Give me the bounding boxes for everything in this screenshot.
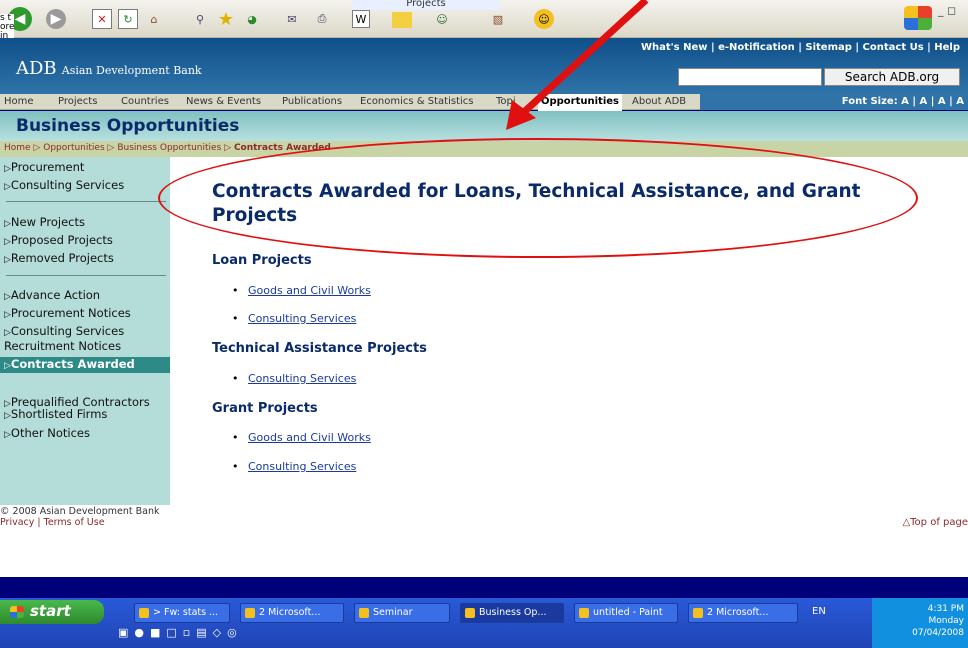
smiley-icon[interactable]: ☺ [534,9,554,29]
quick-launch-icons[interactable]: ▣●■□▫▤◇◎ [118,626,243,640]
copyright: © 2008 Asian Development Bank Privacy | T… [0,506,160,528]
logo-abbr: ADB [16,58,57,79]
sidebar-divider [6,201,166,202]
task-microsoft-1[interactable]: 2 Microsoft... [240,603,344,623]
system-tray: 4:31 PM Monday 07/04/2008 [872,598,968,648]
breadcrumb-opportunities[interactable]: Opportunities [43,143,104,153]
adb-logo[interactable]: ADB Asian Development Bank [16,58,202,79]
sidebar-item-shortlisted[interactable]: Shortlisted Firms [4,408,166,423]
section-title: Business Opportunities [16,116,240,136]
ta-projects-heading: Technical Assistance Projects [212,341,427,356]
sidebar-item-advance-action[interactable]: Advance Action [4,289,166,304]
loan-goods-link[interactable]: Goods and Civil Works [232,284,371,297]
breadcrumb-business[interactable]: Business Opportunities [117,143,221,153]
top-links[interactable]: What's New | e-Notification | Sitemap | … [641,42,960,53]
task-microsoft-2[interactable]: 2 Microsoft... [688,603,798,623]
nav-item-about[interactable]: About ADB [632,96,686,107]
breadcrumb-home[interactable]: Home [4,143,31,153]
ta-consulting-link[interactable]: Consulting Services [232,372,356,385]
search-button[interactable]: Search ADB.org [824,68,960,86]
loan-consulting-link[interactable]: Consulting Services [232,312,356,325]
messenger-icon[interactable]: ☺ [432,9,452,29]
search-input[interactable] [678,68,822,86]
refresh-icon[interactable]: ↻ [118,9,138,29]
nav-item-publications[interactable]: Publications [282,96,342,107]
nav-item-news[interactable]: News & Events [186,96,261,107]
windows-flag-icon [10,606,24,618]
forward-icon[interactable]: ▶ [46,9,66,29]
task-fw-stats[interactable]: > Fw: stats ... [134,603,230,623]
task-business-op[interactable]: Business Op... [460,603,564,623]
clock-date: 07/04/2008 [912,628,964,638]
sidebar-item-proposed-projects[interactable]: Proposed Projects [4,234,166,249]
nav-item-countries[interactable]: Countries [121,96,169,107]
sidebar-item-other-notices[interactable]: Other Notices [4,427,166,442]
sidebar: Procurement Consulting Services New Proj… [0,157,170,505]
mail-icon[interactable]: ✉ [282,9,302,29]
language-indicator[interactable]: EN [812,606,826,617]
history-icon[interactable]: ◕ [242,9,262,29]
grant-projects-heading: Grant Projects [212,401,318,416]
task-seminar[interactable]: Seminar [354,603,450,623]
copyright-text: © 2008 Asian Development Bank [0,506,160,517]
task-paint[interactable]: untitled - Paint [574,603,678,623]
clock-day: Monday [928,616,964,626]
sidebar-item-procurement-notices[interactable]: Procurement Notices [4,307,166,322]
loan-projects-heading: Loan Projects [212,253,312,268]
search-icon[interactable]: ⚲ [190,9,210,29]
sidebar-item-new-projects[interactable]: New Projects [4,216,166,231]
top-of-page-link[interactable]: △Top of page [902,517,968,528]
nav-item-home[interactable]: Home [4,96,34,107]
tab-projects[interactable]: Projects [352,0,500,10]
sidebar-item-procurement[interactable]: Procurement [4,161,166,176]
sidebar-item-recruitment-notices[interactable]: Consulting Services Recruitment Notices [4,325,166,353]
print-icon[interactable]: ⎙ [312,9,332,29]
top-of-page-label[interactable]: Top of page [910,517,968,528]
sidebar-item-contracts-awarded[interactable]: Contracts Awarded [0,357,170,373]
nav-item-topics[interactable]: Topi [496,96,516,107]
grant-consulting-link[interactable]: Consulting Services [232,460,356,473]
research-icon[interactable]: ▧ [488,9,508,29]
logo-text: Asian Development Bank [61,64,202,77]
stop-icon[interactable]: ✕ [92,9,112,29]
annotation-ellipse [158,138,918,258]
sidebar-divider [6,275,166,276]
sidebar-item-removed-projects[interactable]: Removed Projects [4,252,166,267]
font-size-control[interactable]: Font Size: A | A | A | A [842,96,964,107]
sidebar-item-consulting[interactable]: Consulting Services [4,179,166,194]
grant-goods-link[interactable]: Goods and Civil Works [232,431,371,444]
nav-item-projects[interactable]: Projects [58,96,97,107]
nav-item-economics[interactable]: Economics & Statistics [360,96,474,107]
edit-icon[interactable]: W [352,10,370,28]
clock-time[interactable]: 4:31 PM [872,603,964,615]
nav-item-opportunities[interactable]: Opportunities [538,94,622,111]
home-icon[interactable]: ⌂ [144,9,164,29]
privacy-links[interactable]: Privacy | Terms of Use [0,517,105,528]
folder-icon[interactable] [392,12,412,28]
favorites-icon[interactable]: ★ [216,9,236,30]
window-controls[interactable]: _ ◻ [938,4,956,17]
windows-logo-icon [904,6,932,30]
